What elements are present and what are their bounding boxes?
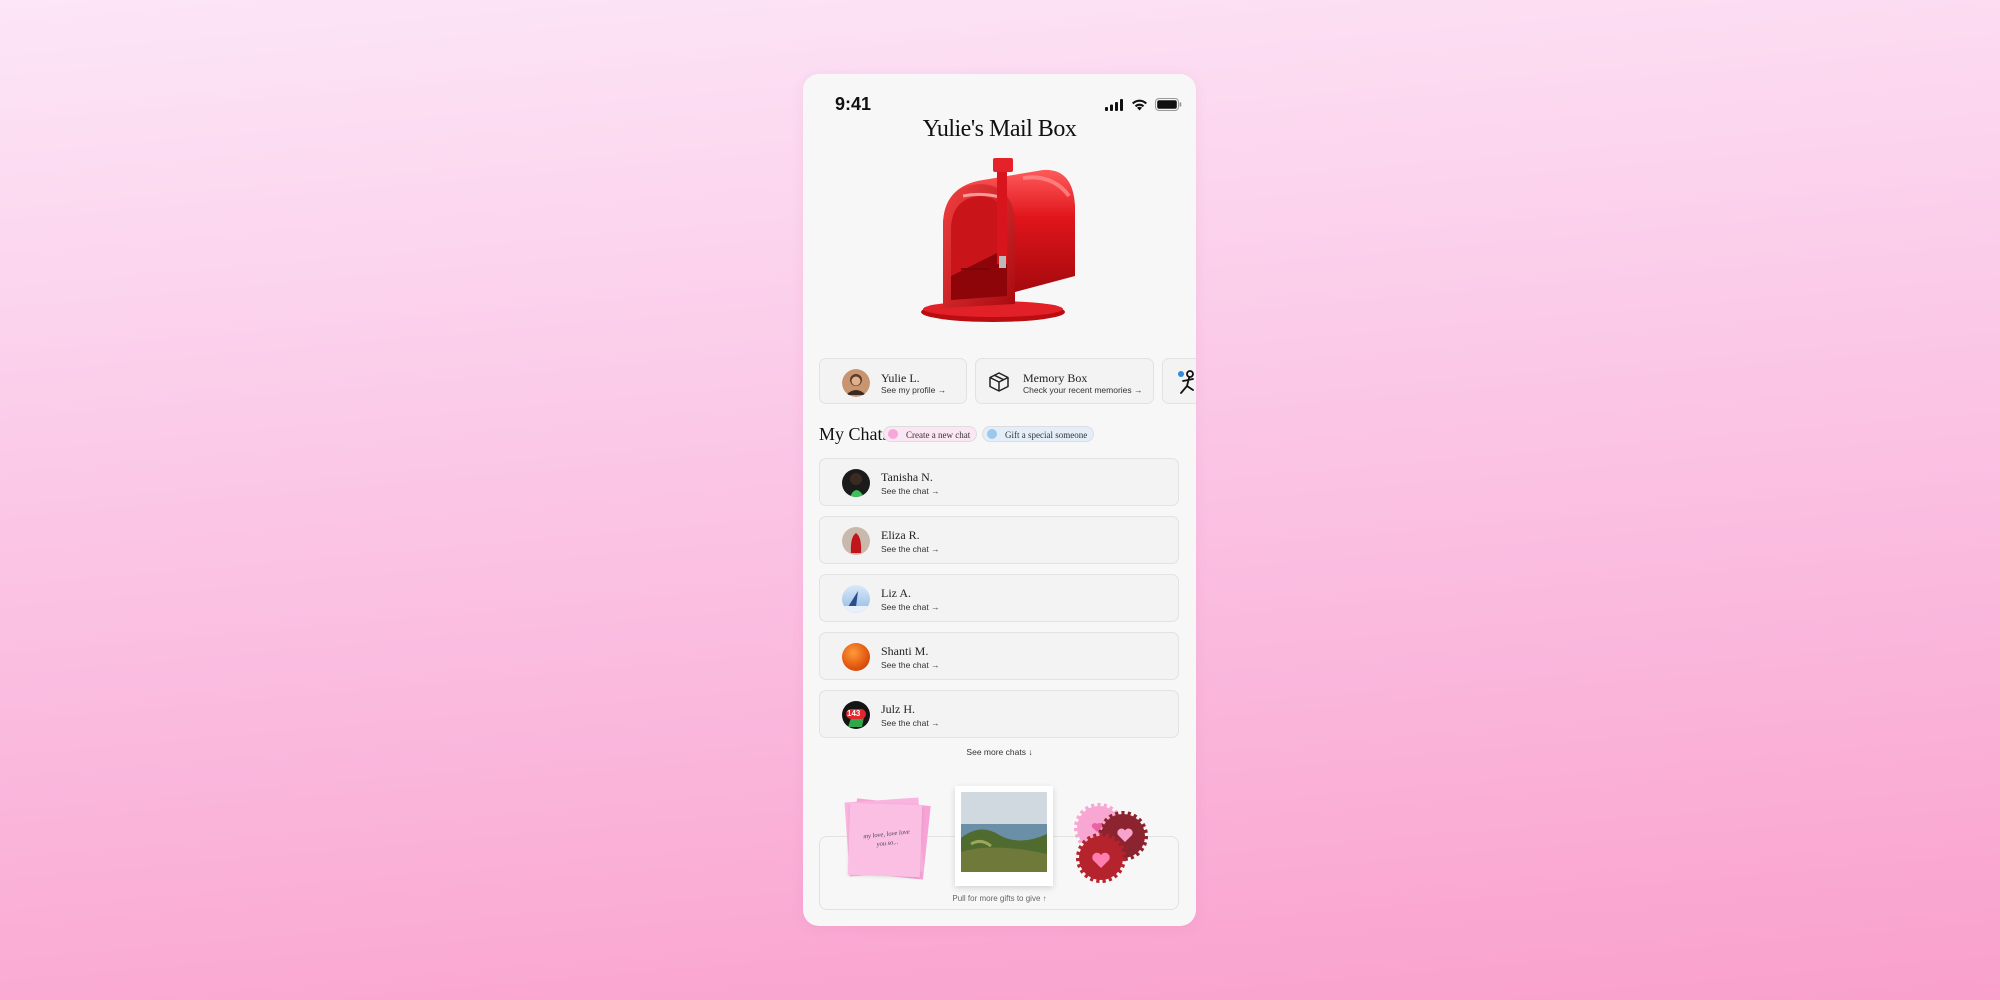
- chats-title: My Chats: [819, 424, 890, 444]
- chat-name: Julz H.: [881, 702, 915, 716]
- create-chat-button[interactable]: Create a new chat: [883, 426, 978, 442]
- gift-icon: [987, 429, 997, 439]
- heart-stickers-gift[interactable]: [1071, 802, 1161, 886]
- figure-icon: [1178, 370, 1194, 394]
- wifi-icon: [1132, 99, 1147, 110]
- landscape-photo: [961, 792, 1047, 872]
- chats-header: My Chats Create a new chat Gift a specia…: [819, 422, 1189, 448]
- chat-subtitle: See the chat →: [881, 486, 940, 496]
- quick-cards-row: Yulie L. See my profile → Memory Box Che…: [819, 358, 1196, 406]
- status-time: 9:41: [835, 94, 872, 114]
- profile-card[interactable]: Yulie L. See my profile →: [819, 358, 967, 404]
- chat-row-eliza[interactable]: Eliza R. See the chat →: [819, 516, 1179, 564]
- memory-box-card[interactable]: Memory Box Check your recent memories →: [975, 358, 1154, 404]
- box-icon: [989, 372, 1009, 392]
- chat-avatar: [842, 469, 870, 497]
- chat-name: Eliza R.: [881, 528, 920, 542]
- gift-someone-button[interactable]: Gift a special someone: [982, 426, 1095, 442]
- pull-for-more-gifts[interactable]: Pull for more gifts to give ↑: [803, 894, 1196, 903]
- chat-avatar: [842, 585, 870, 613]
- phone-screen: 9:41 Yulie's Mail Box Yulie L. See my pr…: [803, 74, 1196, 926]
- memory-box-title: Memory Box: [1023, 371, 1088, 385]
- photo-gift[interactable]: [955, 786, 1053, 886]
- chat-avatar: 143: [842, 701, 870, 729]
- status-icons: [1105, 98, 1182, 111]
- partial-card[interactable]: [1162, 358, 1196, 404]
- chat-avatar: [842, 643, 870, 671]
- battery-icon: [1155, 98, 1182, 111]
- chat-row-tanisha[interactable]: Tanisha N. See the chat →: [819, 458, 1179, 506]
- chat-name: Tanisha N.: [881, 470, 933, 484]
- create-chat-label: Create a new chat: [906, 430, 971, 440]
- chat-bubble-icon: [888, 429, 898, 439]
- chat-avatar: [842, 527, 870, 555]
- chat-subtitle: See the chat →: [881, 718, 940, 728]
- mailbox-illustration: [921, 158, 1075, 322]
- profile-card-title: Yulie L.: [881, 371, 920, 385]
- chat-name: Shanti M.: [881, 644, 929, 658]
- chat-row-shanti[interactable]: Shanti M. See the chat →: [819, 632, 1179, 680]
- love-notes-gift[interactable]: my love, love love you so...: [843, 797, 939, 888]
- page-title: Yulie's Mail Box: [922, 116, 1077, 142]
- chat-row-liz[interactable]: Liz A. See the chat →: [819, 574, 1179, 622]
- memory-box-subtitle: Check your recent memories →: [1023, 385, 1143, 395]
- chat-subtitle: See the chat →: [881, 602, 940, 612]
- chat-name: Liz A.: [881, 586, 911, 600]
- chat-subtitle: See the chat →: [881, 660, 940, 670]
- signal-icon: [1105, 98, 1123, 111]
- chat-badge: 143: [847, 709, 861, 718]
- chat-subtitle: See the chat →: [881, 544, 940, 554]
- see-more-chats-link[interactable]: See more chats ↓: [803, 747, 1196, 757]
- profile-card-subtitle: See my profile →: [881, 385, 947, 395]
- profile-avatar: [842, 369, 870, 397]
- gift-someone-label: Gift a special someone: [1005, 430, 1088, 440]
- chat-row-julz[interactable]: 143 Julz H. See the chat →: [819, 690, 1179, 738]
